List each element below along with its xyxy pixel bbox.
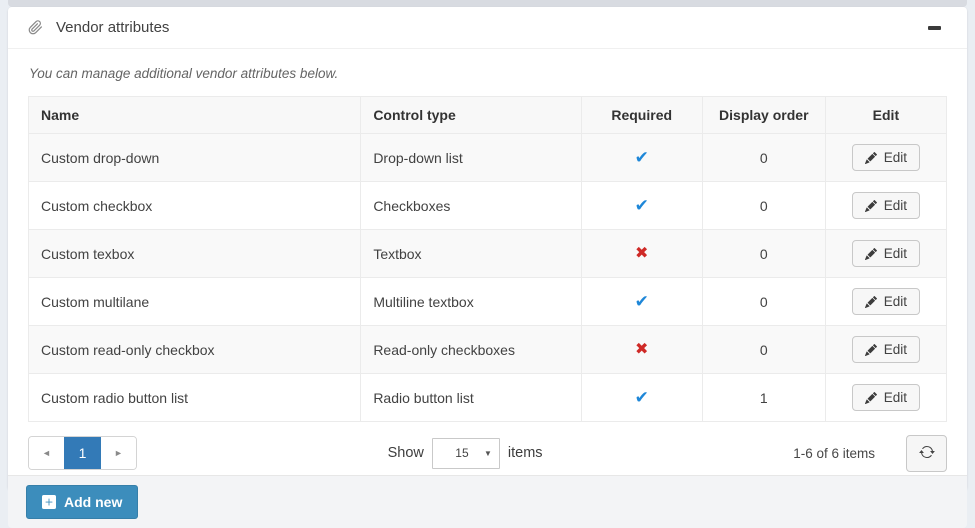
cell-name: Custom radio button list — [29, 374, 361, 422]
cell-name: Custom texbox — [29, 230, 361, 278]
cell-edit: Edit — [825, 182, 946, 230]
required-true-icon: ✔ — [635, 292, 649, 311]
required-true-icon: ✔ — [635, 148, 649, 167]
cell-display-order: 0 — [702, 230, 825, 278]
edit-button-label: Edit — [884, 198, 907, 213]
pager: ◄ 1 ► — [28, 436, 137, 470]
cell-control-type: Radio button list — [361, 374, 581, 422]
page-size-value: 15 — [440, 446, 484, 460]
cell-name: Custom read-only checkbox — [29, 326, 361, 374]
cell-required: ✖ — [581, 230, 702, 278]
pager-next-button[interactable]: ► — [101, 437, 136, 469]
cell-required: ✔ — [581, 182, 702, 230]
page-size-wrap: Show 15 ▼ items — [137, 438, 793, 469]
collapse-panel-button[interactable] — [922, 20, 947, 36]
edit-button-label: Edit — [884, 390, 907, 405]
minus-icon — [928, 26, 941, 30]
panel-footer: Add new — [8, 475, 967, 528]
edit-button-label: Edit — [884, 342, 907, 357]
cell-required: ✔ — [581, 374, 702, 422]
edit-button[interactable]: Edit — [852, 288, 920, 315]
edit-button[interactable]: Edit — [852, 336, 920, 363]
column-header-edit: Edit — [825, 97, 946, 134]
add-new-button[interactable]: Add new — [26, 485, 138, 519]
cell-control-type: Drop-down list — [361, 134, 581, 182]
column-header-control-type: Control type — [361, 97, 581, 134]
page-size-select[interactable]: 15 ▼ — [432, 438, 500, 469]
required-false-icon: ✖ — [635, 341, 648, 358]
pager-bar: ◄ 1 ► Show 15 ▼ items 1-6 of 6 items — [28, 431, 947, 475]
hint-text: You can manage additional vendor attribu… — [29, 66, 947, 81]
pager-page-1-button[interactable]: 1 — [64, 437, 101, 469]
cell-control-type: Checkboxes — [361, 182, 581, 230]
paperclip-icon — [28, 20, 43, 35]
cell-display-order: 0 — [702, 326, 825, 374]
cell-name: Custom checkbox — [29, 182, 361, 230]
cell-edit: Edit — [825, 134, 946, 182]
prev-arrow-icon: ◄ — [42, 448, 51, 458]
cell-control-type: Multiline textbox — [361, 278, 581, 326]
column-header-required: Required — [581, 97, 702, 134]
table-row: Custom multilane Multiline textbox ✔ 0 E… — [29, 278, 947, 326]
panel-header: Vendor attributes — [8, 7, 967, 49]
show-label: Show — [388, 445, 424, 461]
panel-title: Vendor attributes — [56, 19, 169, 36]
column-header-display-order: Display order — [702, 97, 825, 134]
previous-panel-edge — [8, 0, 967, 7]
edit-button[interactable]: Edit — [852, 144, 920, 171]
table-body: Custom drop-down Drop-down list ✔ 0 Edit… — [29, 134, 947, 422]
edit-button[interactable]: Edit — [852, 384, 920, 411]
cell-edit: Edit — [825, 326, 946, 374]
cell-name: Custom multilane — [29, 278, 361, 326]
vendor-attributes-panel: Vendor attributes You can manage additio… — [8, 7, 967, 490]
required-true-icon: ✔ — [635, 388, 649, 407]
required-false-icon: ✖ — [635, 245, 648, 262]
edit-button[interactable]: Edit — [852, 192, 920, 219]
cell-display-order: 0 — [702, 182, 825, 230]
edit-button-label: Edit — [884, 246, 907, 261]
required-true-icon: ✔ — [635, 196, 649, 215]
cell-required: ✔ — [581, 134, 702, 182]
cell-control-type: Read-only checkboxes — [361, 326, 581, 374]
cell-required: ✖ — [581, 326, 702, 374]
table-row: Custom radio button list Radio button li… — [29, 374, 947, 422]
add-new-label: Add new — [64, 494, 122, 510]
table-row: Custom drop-down Drop-down list ✔ 0 Edit — [29, 134, 947, 182]
pencil-icon — [865, 296, 877, 308]
next-arrow-icon: ► — [114, 448, 123, 458]
pencil-icon — [865, 248, 877, 260]
pager-range-text: 1-6 of 6 items — [793, 446, 875, 461]
column-header-name: Name — [29, 97, 361, 134]
pager-prev-button[interactable]: ◄ — [29, 437, 64, 469]
edit-button[interactable]: Edit — [852, 240, 920, 267]
table-row: Custom read-only checkbox Read-only chec… — [29, 326, 947, 374]
table-row: Custom checkbox Checkboxes ✔ 0 Edit — [29, 182, 947, 230]
table-row: Custom texbox Textbox ✖ 0 Edit — [29, 230, 947, 278]
pencil-icon — [865, 392, 877, 404]
cell-required: ✔ — [581, 278, 702, 326]
cell-edit: Edit — [825, 374, 946, 422]
cell-name: Custom drop-down — [29, 134, 361, 182]
plus-square-icon — [42, 495, 56, 509]
cell-edit: Edit — [825, 278, 946, 326]
refresh-icon — [919, 444, 935, 463]
table-header-row: Name Control type Required Display order… — [29, 97, 947, 134]
cell-display-order: 1 — [702, 374, 825, 422]
cell-edit: Edit — [825, 230, 946, 278]
cell-display-order: 0 — [702, 134, 825, 182]
panel-body: You can manage additional vendor attribu… — [8, 49, 967, 475]
refresh-button[interactable] — [906, 435, 947, 472]
pencil-icon — [865, 344, 877, 356]
items-label: items — [508, 445, 543, 461]
vendor-attributes-table: Name Control type Required Display order… — [28, 96, 947, 422]
cell-control-type: Textbox — [361, 230, 581, 278]
cell-display-order: 0 — [702, 278, 825, 326]
edit-button-label: Edit — [884, 150, 907, 165]
chevron-down-icon: ▼ — [484, 449, 492, 458]
edit-button-label: Edit — [884, 294, 907, 309]
pencil-icon — [865, 200, 877, 212]
pencil-icon — [865, 152, 877, 164]
